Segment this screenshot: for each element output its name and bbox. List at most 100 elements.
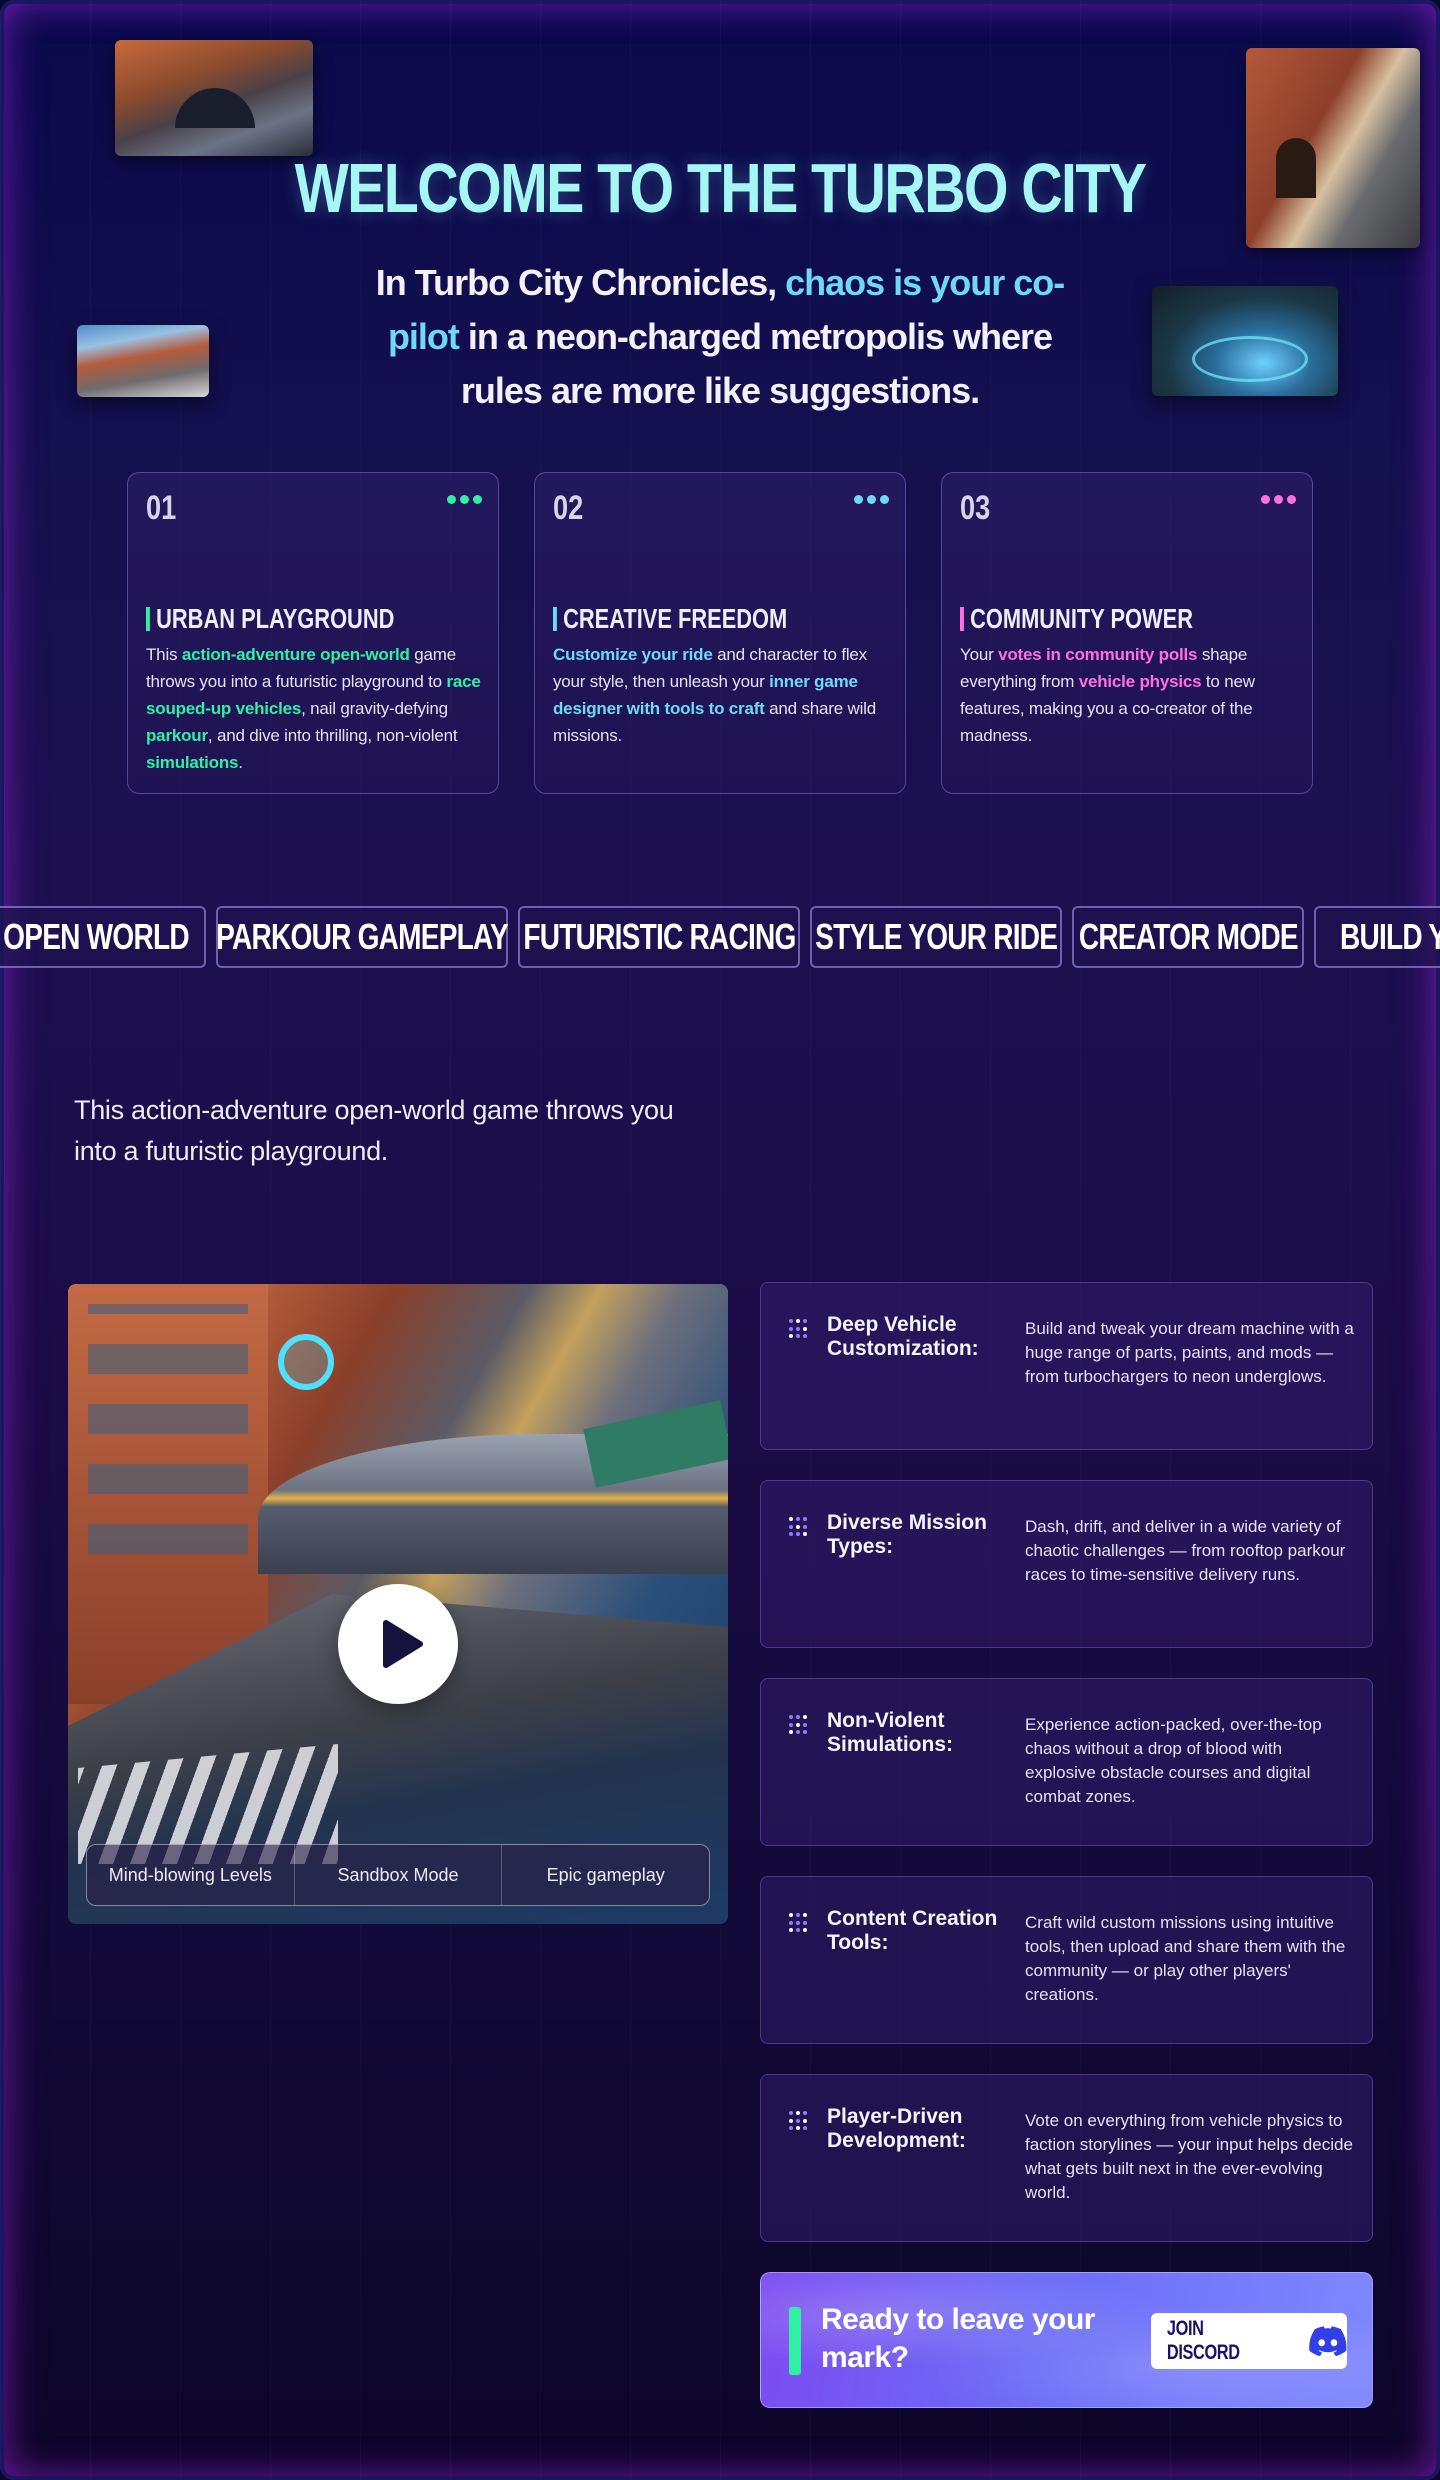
feature-name: Deep Vehicle Customization: <box>827 1313 979 1360</box>
dot <box>789 1730 793 1735</box>
feature-description: Craft wild custom missions using intuiti… <box>1025 1913 1346 2004</box>
cta-accent-bar <box>789 2307 801 2375</box>
feature-card-urban-playground: 01 URBAN PLAYGROUND This action-adventur… <box>127 472 499 794</box>
dot <box>789 1928 793 1933</box>
dot <box>796 1326 800 1331</box>
body-text: , and dive into thrilling, non-violent <box>207 726 458 745</box>
dot <box>789 1524 793 1529</box>
play-icon <box>383 1620 423 1668</box>
grid-dots-icon <box>789 2111 809 2131</box>
dot <box>796 1532 800 1537</box>
highlight-text: Customize your ride <box>553 645 713 664</box>
tag-chip: STYLE YOUR RIDE <box>810 906 1062 968</box>
tag-label: CREATOR MODE <box>1078 916 1299 957</box>
feature-name: Player-Driven Development: <box>827 2105 966 2152</box>
accent-bar <box>960 607 964 631</box>
dot <box>803 1319 807 1323</box>
tag-marquee: OPEN WORLD PARKOUR GAMEPLAY FUTURISTIC R… <box>0 906 1440 970</box>
tag-label: FUTURISTIC RACING <box>522 916 796 957</box>
dot <box>803 1517 807 1521</box>
dot <box>796 1517 800 1521</box>
dot <box>803 2118 807 2123</box>
body-text: Your <box>960 645 999 664</box>
highlight-text: vehicle physics <box>1078 672 1202 691</box>
dot <box>796 1715 800 1719</box>
card-body: Your votes in community polls shape ever… <box>960 641 1300 749</box>
dot <box>796 1319 800 1323</box>
video-tab-gameplay[interactable]: Epic gameplay <box>502 1845 709 1905</box>
dot <box>789 1722 793 1727</box>
dot <box>1287 495 1296 504</box>
dot <box>473 495 482 504</box>
hero-subtitle-post: in a neon-charged metropolis where rules… <box>458 316 1053 411</box>
card-title: COMMUNITY POWER <box>960 603 1193 635</box>
dot <box>796 1920 800 1925</box>
tag-label: OPEN WORLD <box>3 916 189 957</box>
dot <box>803 1730 807 1735</box>
dot <box>803 1928 807 1933</box>
card-title-text: COMMUNITY POWER <box>970 603 1193 634</box>
intro-text: This action-adventure open-world game th… <box>74 1095 674 1166</box>
discord-icon <box>1309 2326 1347 2356</box>
dot <box>803 2111 807 2115</box>
grid-dots-icon <box>789 1715 809 1735</box>
grid-dots-icon <box>789 1319 809 1339</box>
dot <box>796 2126 800 2131</box>
dot <box>789 1334 793 1339</box>
dot <box>796 1334 800 1339</box>
dot <box>803 1334 807 1339</box>
dot <box>789 1715 793 1719</box>
body-text: , nail gravity-defying <box>301 699 448 718</box>
feature-description: Dash, drift, and deliver in a wide varie… <box>1025 1517 1346 1584</box>
highlight-text: simulations <box>146 753 239 772</box>
dot <box>796 2111 800 2115</box>
dot <box>796 1722 800 1727</box>
feature-description: Build and tweak your dream machine with … <box>1025 1319 1354 1386</box>
grid-dots-icon <box>789 1913 809 1933</box>
feature-item-content-creation: Content Creation Tools: Craft wild custo… <box>760 1876 1373 2044</box>
tag-chip: OPEN WORLD <box>0 906 206 968</box>
tag-label: PARKOUR GAMEPLAY <box>216 916 509 957</box>
hero-subtitle-pre: In Turbo City Chronicles, <box>375 262 786 303</box>
dot <box>880 495 889 504</box>
dot <box>789 1517 793 1521</box>
highlight-text: votes in community polls <box>998 645 1198 664</box>
feature-name: Non-Violent Simulations: <box>827 1709 954 1756</box>
accent-bar <box>553 607 557 631</box>
video-tabs: Mind-blowing Levels Sandbox Mode Epic ga… <box>86 1844 710 1906</box>
card-title: URBAN PLAYGROUND <box>146 603 394 635</box>
feature-description: Vote on everything from vehicle physics … <box>1025 2111 1353 2202</box>
video-scene-ring <box>278 1334 334 1390</box>
feature-item-mission-types: Diverse Mission Types: Dash, drift, and … <box>760 1480 1373 1648</box>
feature-item-vehicle-customization: Deep Vehicle Customization: Build and tw… <box>760 1282 1373 1450</box>
dot <box>1274 495 1283 504</box>
feature-name: Diverse Mission Types: <box>827 1511 987 1558</box>
feature-item-player-driven: Player-Driven Development: Vote on every… <box>760 2074 1373 2242</box>
tag-label: BUILD YO <box>1340 916 1440 957</box>
body-text: . <box>238 753 243 772</box>
dot <box>789 1913 793 1917</box>
video-tab-sandbox[interactable]: Sandbox Mode <box>295 1845 503 1905</box>
video-player[interactable]: Mind-blowing Levels Sandbox Mode Epic ga… <box>68 1284 728 1924</box>
feature-item-non-violent: Non-Violent Simulations: Experience acti… <box>760 1678 1373 1846</box>
dot <box>796 1913 800 1917</box>
feature-card-community-power: 03 COMMUNITY POWER Your votes in communi… <box>941 472 1313 794</box>
cta-text: Ready to leave your mark? <box>821 2303 1095 2374</box>
join-discord-button[interactable]: JOIN DISCORD <box>1151 2313 1347 2369</box>
card-title-text: CREATIVE FREEDOM <box>563 603 788 634</box>
dot <box>796 1730 800 1735</box>
video-tab-levels[interactable]: Mind-blowing Levels <box>87 1845 295 1905</box>
screenshot-thumbnail-track <box>1152 286 1338 396</box>
dot <box>803 1326 807 1331</box>
dot <box>803 1920 807 1925</box>
dot <box>796 1524 800 1529</box>
dot <box>789 1319 793 1323</box>
dot <box>796 2118 800 2123</box>
play-button[interactable] <box>338 1584 458 1704</box>
dot <box>854 495 863 504</box>
highlight-text: parkour <box>146 726 208 745</box>
highlight-text: action-adventure open-world <box>181 645 410 664</box>
discord-cta: Ready to leave your mark? JOIN DISCORD <box>760 2272 1373 2408</box>
dot <box>803 1913 807 1917</box>
screenshot-thumbnail-bridge <box>115 40 313 156</box>
